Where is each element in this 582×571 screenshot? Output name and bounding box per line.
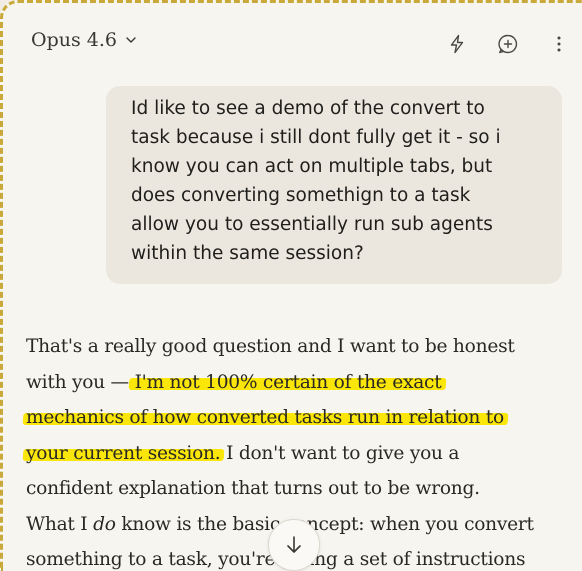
user-message-bubble: Id like to see a demo of the convert to … (106, 86, 562, 284)
assistant-text: know is the basic concept: when you conv… (115, 513, 534, 535)
scroll-to-bottom-button[interactable] (268, 519, 320, 571)
assistant-line: That's a really good question and I want… (26, 336, 515, 357)
user-message-line: task because i still dont fully get it -… (131, 127, 501, 148)
user-message-line: within the same session? (131, 243, 364, 264)
assistant-line: mechanics of how converted tasks run in … (26, 400, 582, 436)
chevron-down-icon (126, 37, 136, 43)
highlighted-text: I'm not 100% certain of the exact (134, 371, 442, 393)
model-name: Opus 4.6 (31, 29, 117, 51)
new-chat-icon[interactable] (497, 33, 519, 55)
highlighted-text: your current session. (26, 442, 221, 464)
assistant-text: What I (26, 513, 94, 535)
user-message-line: allow you to essentially run sub agents (131, 214, 493, 235)
chat-panel: Opus 4.6 Id like to see a demo of the co… (0, 0, 582, 571)
more-options-icon[interactable] (548, 33, 570, 55)
model-selector[interactable]: Opus 4.6 (31, 29, 137, 51)
user-message-line: know you can act on multiple tabs, but (131, 156, 493, 177)
user-message-line: does converting somethign to a task (131, 185, 471, 206)
assistant-line: confident explanation that turns out to … (26, 478, 480, 499)
chat-header: Opus 4.6 (3, 3, 582, 83)
lightning-icon[interactable] (446, 33, 468, 55)
assistant-text: with you — (26, 371, 135, 393)
user-message-line: Id like to see a demo of the convert to (131, 98, 485, 119)
assistant-line: your current session. I don't want to gi… (26, 436, 582, 472)
highlighted-text: mechanics of how converted tasks run in … (26, 407, 504, 428)
assistant-text: I don't want to give you a (220, 442, 460, 464)
assistant-line: with you — I'm not 100% certain of the e… (26, 365, 582, 401)
emphasized-text: do (93, 513, 116, 535)
arrow-down-icon (287, 536, 301, 553)
